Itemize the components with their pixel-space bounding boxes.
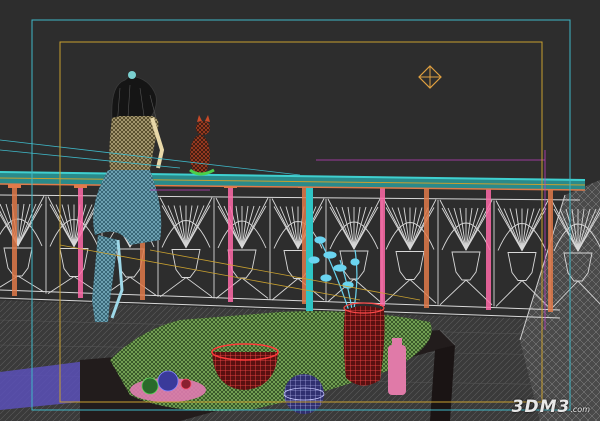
railing-post xyxy=(548,186,553,312)
3d-viewport[interactable]: 3DM3.com xyxy=(0,0,600,421)
target-light-icon[interactable] xyxy=(418,65,442,89)
sphere-wireframe xyxy=(283,374,325,414)
baluster-panel xyxy=(157,197,213,298)
railing-post xyxy=(12,186,17,296)
railing-post xyxy=(380,186,385,306)
railing-post xyxy=(78,186,83,298)
scene-wireframe xyxy=(0,19,600,421)
railing-post xyxy=(228,186,233,302)
baluster-panel xyxy=(437,199,493,306)
bottle xyxy=(388,338,406,395)
baluster-panel xyxy=(45,196,101,294)
balustrade xyxy=(0,179,581,319)
baluster-panel xyxy=(213,197,269,299)
vase-wireframe xyxy=(343,302,385,386)
railing-post xyxy=(486,186,491,310)
railing-posts xyxy=(8,180,557,312)
railing-post xyxy=(424,186,429,308)
cat-wireframe xyxy=(189,115,215,176)
baluster-ornaments xyxy=(0,195,600,309)
handrail xyxy=(0,171,586,191)
watermark-logo: 3DM3.com xyxy=(511,397,590,417)
baluster-panel xyxy=(0,195,45,293)
teal-post xyxy=(306,186,313,311)
woman-figure-wireframe xyxy=(92,71,165,322)
